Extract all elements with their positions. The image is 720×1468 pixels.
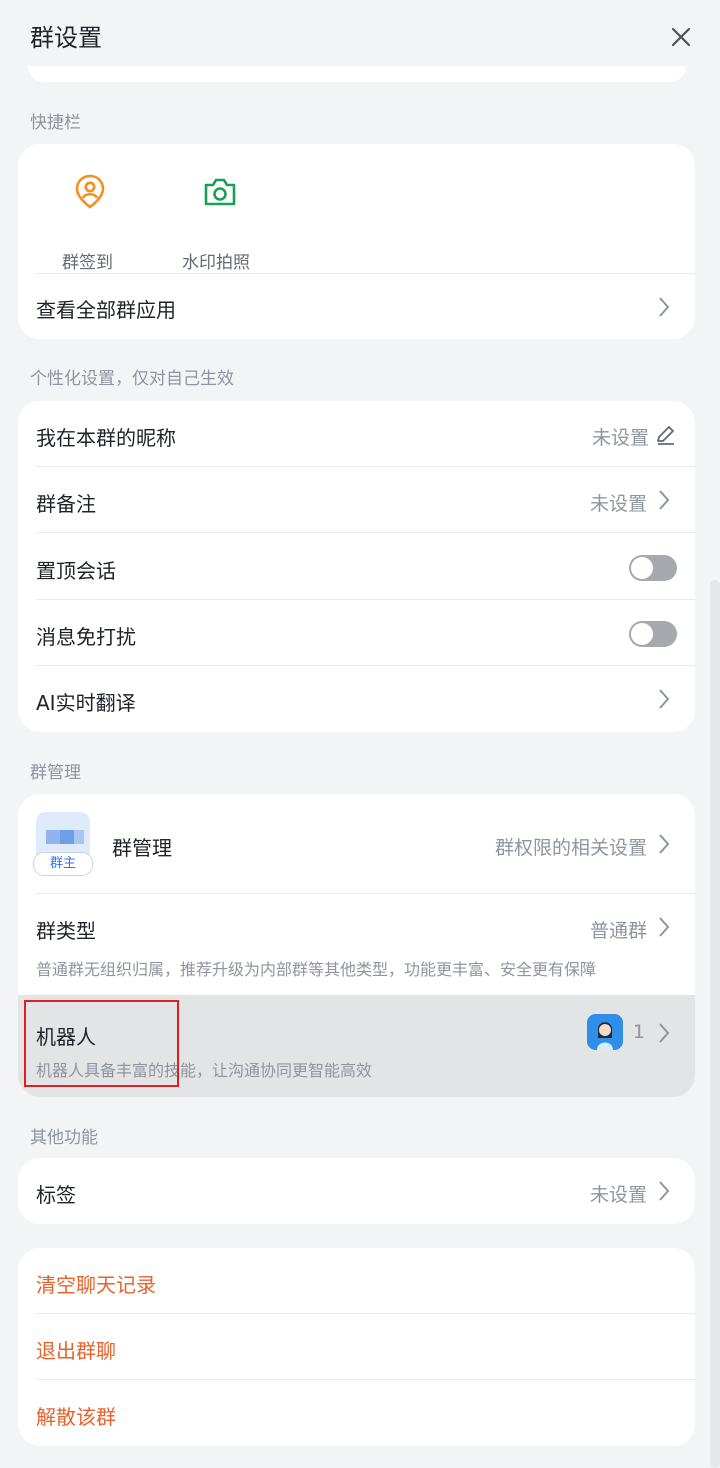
owner-badge: 群主 — [33, 852, 93, 876]
group-manage-row[interactable]: 群主 群管理 群权限的相关设置 — [18, 794, 695, 893]
robot-count: 1 — [632, 1021, 645, 1043]
do-not-disturb-label: 消息免打扰 — [36, 625, 136, 649]
dismiss-group-row[interactable]: 解散该群 — [18, 1380, 695, 1446]
section-label-personal: 个性化设置，仅对自己生效 — [30, 369, 234, 389]
group-manage-label: 群管理 — [112, 836, 172, 860]
robot-avatar — [587, 1014, 623, 1050]
pin-chat-label: 置顶会话 — [36, 559, 116, 583]
header: 群设置 — [0, 0, 720, 76]
quick-item-watermark-camera[interactable]: 水印拍照 — [182, 172, 262, 273]
chevron-right-icon — [659, 297, 670, 317]
group-remark-row[interactable]: 群备注 未设置 — [18, 467, 695, 533]
tags-row[interactable]: 标签 未设置 — [18, 1158, 695, 1224]
leave-group-row[interactable]: 退出群聊 — [18, 1314, 695, 1380]
section-label-other: 其他功能 — [30, 1128, 98, 1148]
group-type-row[interactable]: 群类型 普通群 普通群无组织归属，推荐升级为内部群等其他类型，功能更丰富、安全更… — [18, 894, 695, 995]
tags-label: 标签 — [36, 1183, 76, 1207]
do-not-disturb-row: 消息免打扰 — [18, 600, 695, 666]
group-type-description: 普通群无组织归属，推荐升级为内部群等其他类型，功能更丰富、安全更有保障 — [36, 960, 597, 979]
nickname-row[interactable]: 我在本群的昵称 未设置 — [18, 401, 695, 467]
quick-item-checkin[interactable]: 群签到 — [58, 172, 120, 273]
toggle-knob — [631, 557, 653, 579]
chevron-right-icon — [659, 1023, 670, 1043]
danger-actions-card: 清空聊天记录 退出群聊 解散该群 — [18, 1248, 695, 1446]
location-person-icon — [74, 174, 106, 214]
toggle-knob — [631, 623, 653, 645]
scrollbar[interactable] — [710, 580, 720, 1468]
leave-group-button[interactable]: 退出群聊 — [36, 1335, 116, 1364]
chevron-right-icon — [659, 834, 670, 854]
ai-translate-label: AI实时翻译 — [36, 691, 136, 715]
edit-icon[interactable] — [655, 424, 677, 446]
personal-settings-card: 我在本群的昵称 未设置 群备注 未设置 置顶会话 消息免打扰 AI实时翻译 — [18, 401, 695, 732]
group-manage-value: 群权限的相关设置 — [494, 837, 647, 859]
group-remark-label: 群备注 — [36, 492, 96, 516]
dismiss-group-button[interactable]: 解散该群 — [36, 1401, 116, 1430]
clear-history-row[interactable]: 清空聊天记录 — [18, 1248, 695, 1314]
quick-item-label: 群签到 — [62, 253, 113, 273]
close-icon[interactable] — [664, 20, 698, 54]
group-remark-value: 未设置 — [589, 493, 647, 515]
section-label-management: 群管理 — [30, 763, 81, 783]
pin-chat-row: 置顶会话 — [18, 533, 695, 599]
view-all-apps-label: 查看全部群应用 — [36, 298, 176, 322]
previous-card-edge — [28, 66, 686, 82]
quick-bar-card: 群签到 水印拍照 查看全部群应用 — [18, 144, 695, 339]
tags-value: 未设置 — [589, 1184, 647, 1206]
chevron-right-icon — [659, 490, 670, 510]
chevron-right-icon — [659, 689, 670, 709]
other-features-card: 标签 未设置 — [18, 1158, 695, 1224]
section-label-quick-bar: 快捷栏 — [30, 113, 81, 133]
camera-icon — [202, 176, 238, 212]
page-title: 群设置 — [30, 24, 102, 52]
nickname-value: 未设置 — [591, 427, 649, 449]
chevron-right-icon — [659, 1181, 670, 1201]
ai-translate-row[interactable]: AI实时翻译 — [18, 666, 695, 732]
pin-chat-toggle[interactable] — [629, 555, 677, 581]
view-all-apps-row[interactable]: 查看全部群应用 — [18, 274, 695, 339]
do-not-disturb-toggle[interactable] — [629, 621, 677, 647]
group-type-label: 群类型 — [36, 919, 96, 943]
chevron-right-icon — [659, 917, 670, 937]
group-type-value: 普通群 — [589, 920, 647, 942]
highlight-box — [24, 1000, 179, 1087]
quick-item-label: 水印拍照 — [182, 253, 250, 273]
clear-history-button[interactable]: 清空聊天记录 — [36, 1269, 156, 1298]
nickname-label: 我在本群的昵称 — [36, 426, 176, 450]
